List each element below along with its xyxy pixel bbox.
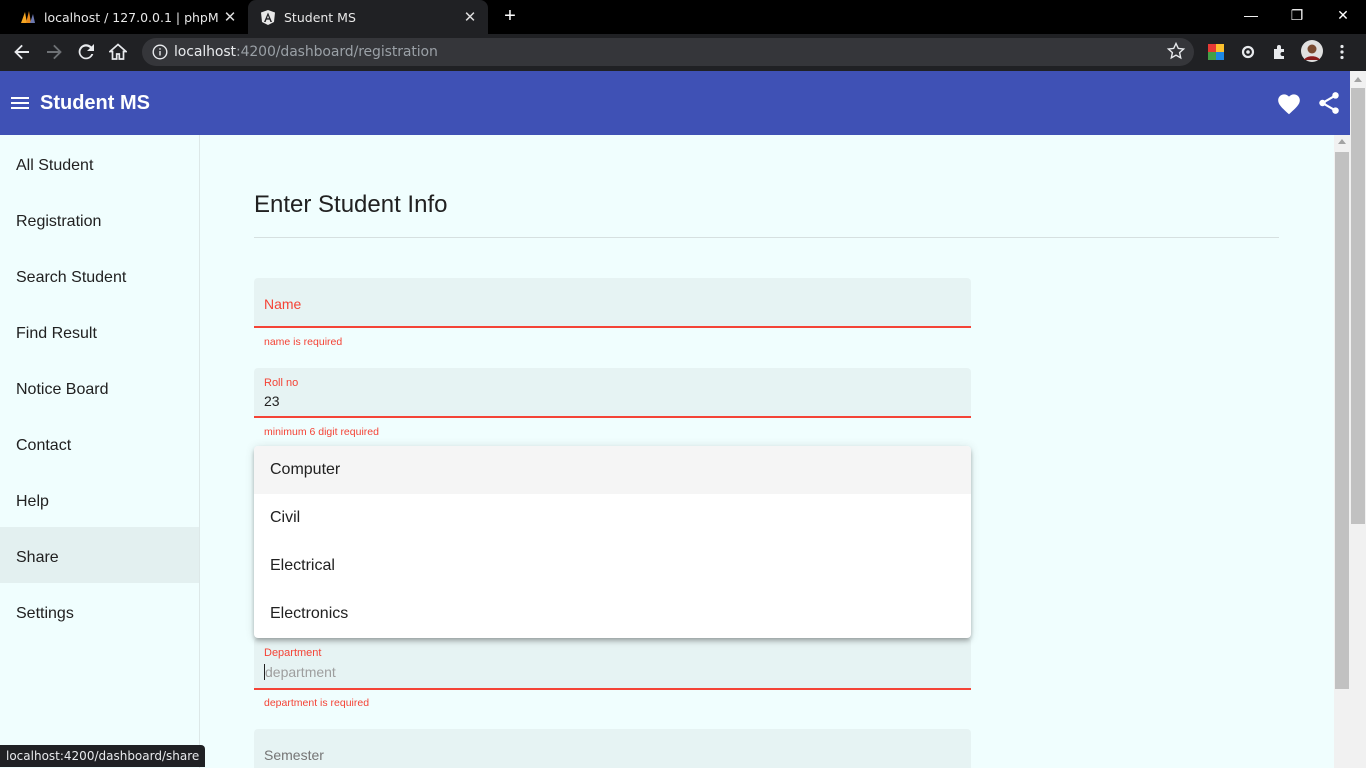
sidenav-item-find-result[interactable]: Find Result (0, 303, 199, 359)
menu-icon[interactable] (8, 91, 32, 115)
sidenav-item-contact[interactable]: Contact (0, 415, 199, 471)
roll-no-label: Roll no (264, 377, 299, 389)
department-placeholder: department (264, 664, 336, 680)
url-text[interactable]: localhost:4200/dashboard/registration (174, 44, 438, 60)
registration-form: Enter Student Info Name name is required… (200, 135, 1334, 768)
page-content: All Student Registration Search Student … (0, 135, 1334, 768)
option-electrical[interactable]: Electrical (254, 542, 971, 590)
app-toolbar: Student MS (0, 71, 1350, 135)
inner-scrollbar[interactable] (1334, 135, 1350, 768)
url-path: :4200/dashboard/registration (235, 44, 438, 60)
department-autocomplete-panel: Computer Civil Electrical Electronics (254, 446, 971, 638)
department-error: department is required (264, 697, 370, 709)
sidenav-item-registration[interactable]: Registration (0, 191, 199, 247)
sidenav-item-all-student[interactable]: All Student (0, 135, 199, 191)
option-electronics[interactable]: Electronics (254, 590, 971, 638)
name-error: name is required (264, 336, 343, 348)
bookmark-star-icon[interactable] (1166, 41, 1186, 61)
phpmyadmin-icon (20, 9, 36, 25)
reload-icon[interactable] (74, 40, 98, 64)
extension-colorful-icon[interactable] (1207, 43, 1225, 61)
roll-no-value: 23 (264, 393, 280, 409)
avatar[interactable] (1301, 40, 1323, 62)
page-scrollbar[interactable] (1350, 71, 1366, 768)
close-tab-icon[interactable]: ✕ (218, 8, 242, 26)
sidenav-item-settings[interactable]: Settings (0, 583, 199, 639)
scrollbar-thumb[interactable] (1351, 88, 1365, 524)
tab-title: localhost / 127.0.0.1 | phpMyAdmin (44, 9, 218, 25)
close-tab-icon[interactable]: ✕ (458, 8, 482, 26)
address-bar[interactable]: localhost:4200/dashboard/registration (142, 38, 1194, 66)
department-field[interactable]: Department department (254, 638, 971, 690)
browser-tab-bar: localhost / 127.0.0.1 | phpMyAdmin ✕ Stu… (0, 0, 1366, 34)
scrollbar-thumb[interactable] (1335, 152, 1349, 689)
tab-title: Student MS (284, 9, 356, 25)
browser-tab-student-ms[interactable]: Student MS ✕ (248, 0, 488, 34)
name-label: Name (264, 296, 302, 312)
page-title: Enter Student Info (254, 191, 448, 218)
extensions-puzzle-icon[interactable] (1271, 43, 1289, 61)
new-tab-icon[interactable]: + (498, 5, 522, 29)
app-title: Student MS (40, 92, 150, 114)
roll-no-field[interactable]: Roll no 23 (254, 368, 971, 418)
angular-icon (260, 9, 276, 25)
sidenav-item-help[interactable]: Help (0, 471, 199, 527)
extension-gear-icon[interactable] (1239, 43, 1257, 61)
divider (254, 237, 1279, 238)
sidenav-item-share[interactable]: Share (0, 527, 199, 583)
department-label: Department (264, 647, 322, 659)
scroll-up-arrow-icon[interactable] (1354, 77, 1362, 82)
semester-label: Semester (264, 747, 324, 763)
browser-tab-phpmyadmin[interactable]: localhost / 127.0.0.1 | phpMyAdmin ✕ (8, 0, 248, 34)
minimize-icon[interactable]: — (1228, 0, 1274, 34)
roll-no-error: minimum 6 digit required (264, 426, 379, 438)
sidenav-item-search-student[interactable]: Search Student (0, 247, 199, 303)
more-menu-icon[interactable] (1333, 43, 1351, 61)
favorite-icon[interactable] (1276, 91, 1302, 115)
share-icon[interactable] (1316, 90, 1342, 116)
info-icon[interactable] (152, 44, 168, 60)
name-field[interactable]: Name (254, 278, 971, 328)
sidenav-item-notice-board[interactable]: Notice Board (0, 359, 199, 415)
back-icon[interactable] (10, 40, 34, 64)
browser-toolbar: localhost:4200/dashboard/registration (0, 34, 1366, 71)
url-host: localhost (174, 44, 236, 60)
option-computer[interactable]: Computer (254, 446, 971, 494)
forward-icon[interactable] (42, 40, 66, 64)
scroll-up-arrow-icon[interactable] (1338, 139, 1346, 144)
option-civil[interactable]: Civil (254, 494, 971, 542)
semester-field[interactable]: Semester (254, 729, 971, 768)
home-icon[interactable] (106, 40, 130, 64)
window-close-icon[interactable]: ✕ (1320, 0, 1366, 34)
sidenav: All Student Registration Search Student … (0, 135, 200, 768)
restore-icon[interactable]: ❐ (1274, 0, 1320, 34)
status-bar-url: localhost:4200/dashboard/share (0, 745, 206, 767)
